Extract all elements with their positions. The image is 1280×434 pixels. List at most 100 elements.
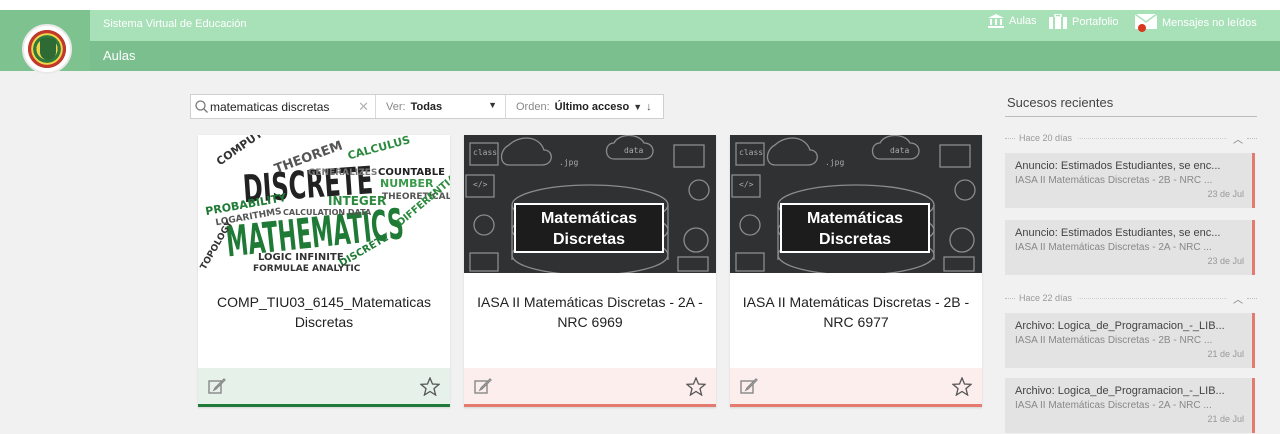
svg-text:.jpg: .jpg: [825, 158, 844, 167]
event-group-label: Hace 20 días: [1019, 133, 1073, 143]
divider: [1005, 137, 1015, 139]
edit-icon[interactable]: [474, 377, 492, 395]
filter-bar: ✕ Ver: Todas ▼ Orden: Último acceso ▼ ↓: [190, 94, 664, 119]
card-footer: [730, 368, 982, 404]
svg-text:data: data: [890, 146, 909, 155]
course-image-title: Matemáticas Discretas: [514, 203, 664, 253]
event-title: Anuncio: Estimados Estudiantes, se enc..…: [1015, 160, 1221, 172]
chevron-up-icon[interactable]: ︿: [1233, 291, 1243, 306]
event-group-label: Hace 22 días: [1019, 293, 1073, 303]
svg-text:class: class: [473, 148, 497, 157]
ver-value: Todas: [410, 100, 443, 113]
event-item[interactable]: Anuncio: Estimados Estudiantes, se enc..…: [1005, 220, 1255, 275]
event-date: 21 de Jul: [1207, 349, 1244, 359]
divider: [1005, 297, 1015, 299]
event-group-header[interactable]: Hace 22 días ︿: [1005, 291, 1257, 306]
nav-aulas[interactable]: Aulas: [988, 14, 1037, 28]
event-course: IASA II Matemáticas Discretas - 2A - NRC…: [1015, 242, 1212, 253]
nav-aulas-label: Aulas: [1009, 15, 1037, 27]
event-title: Archivo: Logica_de_Programacion_-_LIB...: [1015, 385, 1225, 397]
svg-text:</>: </>: [473, 180, 488, 189]
course-card[interactable]: DISCRETE MATHEMATICS THEOREM COMPUTING C…: [198, 135, 450, 407]
event-title: Anuncio: Estimados Estudiantes, se enc..…: [1015, 227, 1221, 239]
nav-mensajes[interactable]: Mensajes no leídos: [1133, 14, 1257, 32]
recent-events-title: Sucesos recientes: [1007, 95, 1114, 110]
logo-area[interactable]: [0, 10, 90, 74]
event-group-header[interactable]: Hace 20 días ︿: [1005, 131, 1257, 146]
ver-select[interactable]: Ver: Todas ▼: [376, 95, 506, 118]
course-image-word-cloud[interactable]: DISCRETE MATHEMATICS THEOREM COMPUTING C…: [198, 135, 450, 273]
university-logo-icon[interactable]: [22, 24, 72, 74]
unread-dot-icon: [1138, 24, 1146, 32]
event-date: 21 de Jul: [1207, 414, 1244, 424]
chevron-down-icon: ▼: [488, 100, 497, 110]
star-icon[interactable]: [420, 376, 440, 396]
bank-icon: [988, 14, 1004, 28]
event-title: Archivo: Logica_de_Programacion_-_LIB...: [1015, 320, 1225, 332]
nav-mensajes-label: Mensajes no leídos: [1162, 17, 1257, 29]
svg-text:GENERALIZES: GENERALIZES: [308, 168, 377, 178]
edit-icon[interactable]: [208, 377, 226, 395]
event-course: IASA II Matemáticas Discretas - 2B - NRC…: [1015, 175, 1213, 186]
card-accent-bar: [198, 404, 450, 407]
orden-select[interactable]: Orden: Último acceso ▼ ↓: [506, 95, 652, 118]
card-accent-bar: [730, 404, 982, 407]
search-box: ✕: [191, 95, 376, 118]
svg-text:.jpg: .jpg: [559, 158, 578, 167]
envelope-wrapper: [1133, 14, 1157, 32]
event-item[interactable]: Anuncio: Estimados Estudiantes, se enc..…: [1005, 153, 1255, 208]
app-title: Sistema Virtual de Educación: [103, 18, 247, 30]
card-footer: [198, 368, 450, 404]
orden-value: Último acceso: [554, 100, 630, 113]
event-item[interactable]: Archivo: Logica_de_Programacion_-_LIB...…: [1005, 378, 1255, 433]
event-item[interactable]: Archivo: Logica_de_Programacion_-_LIB...…: [1005, 313, 1255, 368]
edit-icon[interactable]: [740, 377, 758, 395]
course-card[interactable]: class data .jpg </> Matemáticas Discreta…: [730, 135, 982, 407]
course-image-title: Matemáticas Discretas: [780, 203, 930, 253]
logo-shield-icon: [40, 38, 56, 60]
course-title[interactable]: COMP_TIU03_6145_Matematicas Discretas: [206, 292, 442, 332]
divider: [1078, 297, 1227, 299]
svg-text:NUMBER: NUMBER: [380, 177, 434, 190]
svg-text:CALCULATION DATA: CALCULATION DATA: [283, 208, 372, 217]
card-accent-bar: [464, 404, 716, 407]
svg-text:INTEGER: INTEGER: [328, 194, 386, 208]
sort-direction-icon[interactable]: ↓: [646, 101, 652, 113]
briefcase-icon: [1049, 14, 1067, 29]
search-input[interactable]: [208, 96, 358, 117]
course-card[interactable]: class data .jpg </> Matemáticas Discreta…: [464, 135, 716, 407]
course-title[interactable]: IASA II Matemáticas Discretas - 2B - NRC…: [738, 292, 974, 332]
course-image-chalkboard[interactable]: class data .jpg </> Matemáticas Discreta…: [464, 135, 716, 273]
nav-portafolio[interactable]: Portafolio: [1049, 14, 1118, 29]
sub-bar: [0, 41, 1280, 71]
search-icon: [195, 100, 208, 113]
orden-label: Orden:: [516, 100, 550, 113]
event-course: IASA II Matemáticas Discretas - 2B - NRC…: [1015, 335, 1213, 346]
svg-text:LOGIC INFINITE: LOGIC INFINITE: [258, 252, 344, 263]
word-cloud-image: DISCRETE MATHEMATICS THEOREM COMPUTING C…: [198, 135, 450, 273]
svg-text:FORMULAE ANALYTIC: FORMULAE ANALYTIC: [253, 264, 361, 273]
divider: [1247, 137, 1257, 139]
top-strip: [0, 0, 1280, 10]
card-footer: [464, 368, 716, 404]
star-icon[interactable]: [686, 376, 706, 396]
divider: [1078, 137, 1227, 139]
ver-label: Ver:: [386, 100, 406, 113]
svg-text:data: data: [624, 146, 643, 155]
app-frame: Sistema Virtual de Educación Aulas Aulas…: [0, 0, 1280, 434]
clear-search-icon[interactable]: ✕: [358, 99, 369, 115]
svg-text:class: class: [739, 148, 763, 157]
svg-text:</>: </>: [739, 180, 754, 189]
event-course: IASA II Matemáticas Discretas - 2A - NRC…: [1015, 400, 1212, 411]
chevron-up-icon[interactable]: ︿: [1233, 131, 1243, 146]
divider: [1247, 297, 1257, 299]
event-date: 23 de Jul: [1207, 256, 1244, 266]
chevron-down-icon: ▼: [633, 101, 643, 112]
nav-portafolio-label: Portafolio: [1072, 15, 1119, 28]
star-icon[interactable]: [952, 376, 972, 396]
course-title[interactable]: IASA II Matemáticas Discretas - 2A - NRC…: [472, 292, 708, 332]
section-title: Aulas: [103, 48, 136, 63]
divider: [1005, 116, 1257, 117]
event-date: 23 de Jul: [1207, 189, 1244, 199]
course-image-chalkboard[interactable]: class data .jpg </> Matemáticas Discreta…: [730, 135, 982, 273]
